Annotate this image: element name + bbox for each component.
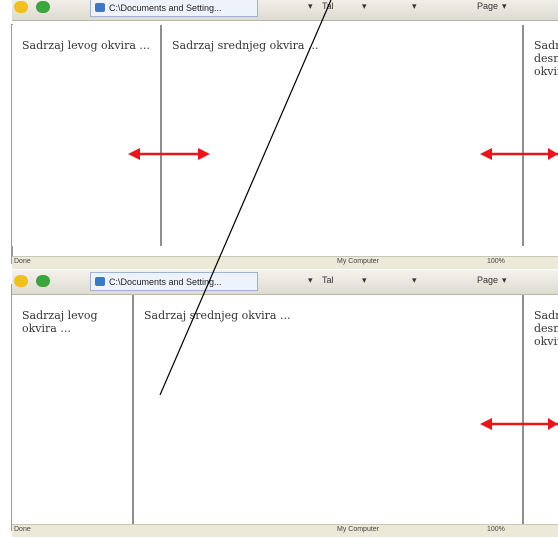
annotation-overlay [128,0,558,430]
resize-arrow-icon [480,418,558,430]
diagonal-line [159,0,332,396]
resize-arrow-icon [480,148,558,160]
resize-arrow-icon [128,148,210,160]
